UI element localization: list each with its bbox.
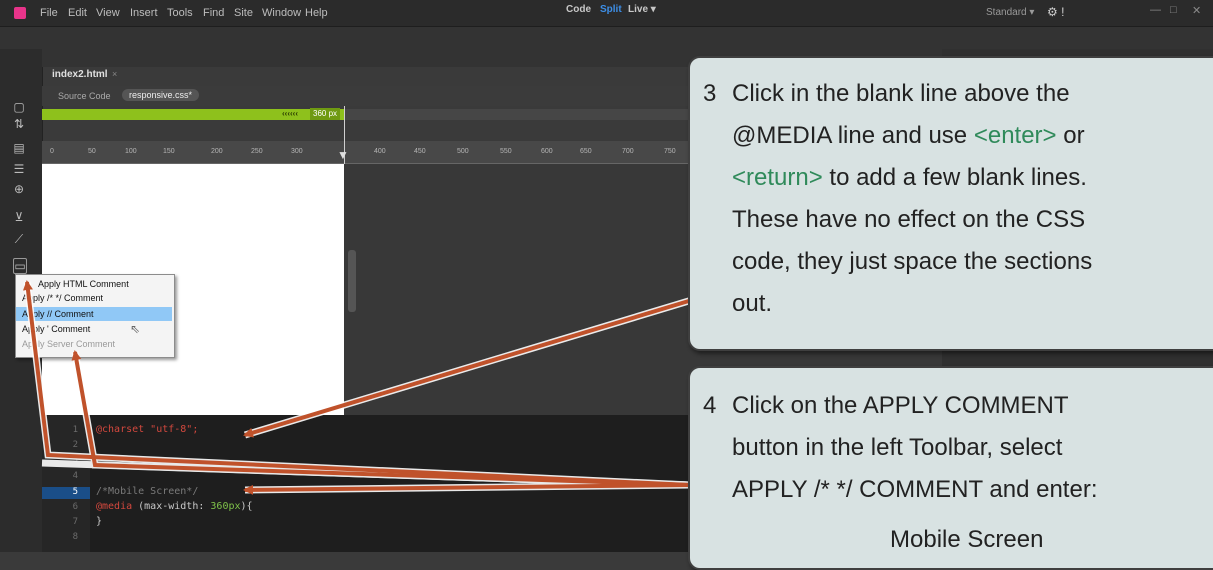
- instruction-line: Click on the APPLY COMMENT: [732, 392, 1069, 419]
- step-number: 4: [703, 392, 717, 419]
- instruction-line: button in the left Toolbar, select: [732, 434, 1063, 461]
- instruction-line: APPLY /* */ COMMENT and enter:: [732, 476, 1098, 503]
- instruction-line: code, they just space the sections: [732, 248, 1093, 275]
- arrow-to-blank-line: [243, 298, 693, 438]
- return-key-label: <return>: [732, 164, 823, 191]
- instruction-callout-step-4: 4 Click on the APPLY COMMENT button in t…: [688, 366, 1213, 570]
- instruction-line: out.: [732, 290, 773, 317]
- instruction-callout-step-3: 3 Click in the blank line above the @MED…: [688, 56, 1213, 351]
- instruction-line: @MEDIA line and use <enter> or: [732, 122, 1085, 150]
- instruction-line: <return> to add a few blank lines.: [732, 164, 1087, 192]
- instruction-text: to add a few blank lines.: [822, 164, 1087, 191]
- instruction-text: or: [1056, 122, 1085, 149]
- step-number: 3: [703, 80, 717, 107]
- arrow-to-comment-button: [23, 280, 691, 487]
- enter-key-label: <enter>: [973, 122, 1057, 149]
- instruction-line: Click in the blank line above the: [732, 80, 1070, 107]
- instruction-text: @MEDIA line and use: [732, 122, 974, 149]
- instruction-line: These have no effect on the CSS: [732, 206, 1086, 233]
- comment-text-to-enter: Mobile Screen: [890, 526, 1044, 553]
